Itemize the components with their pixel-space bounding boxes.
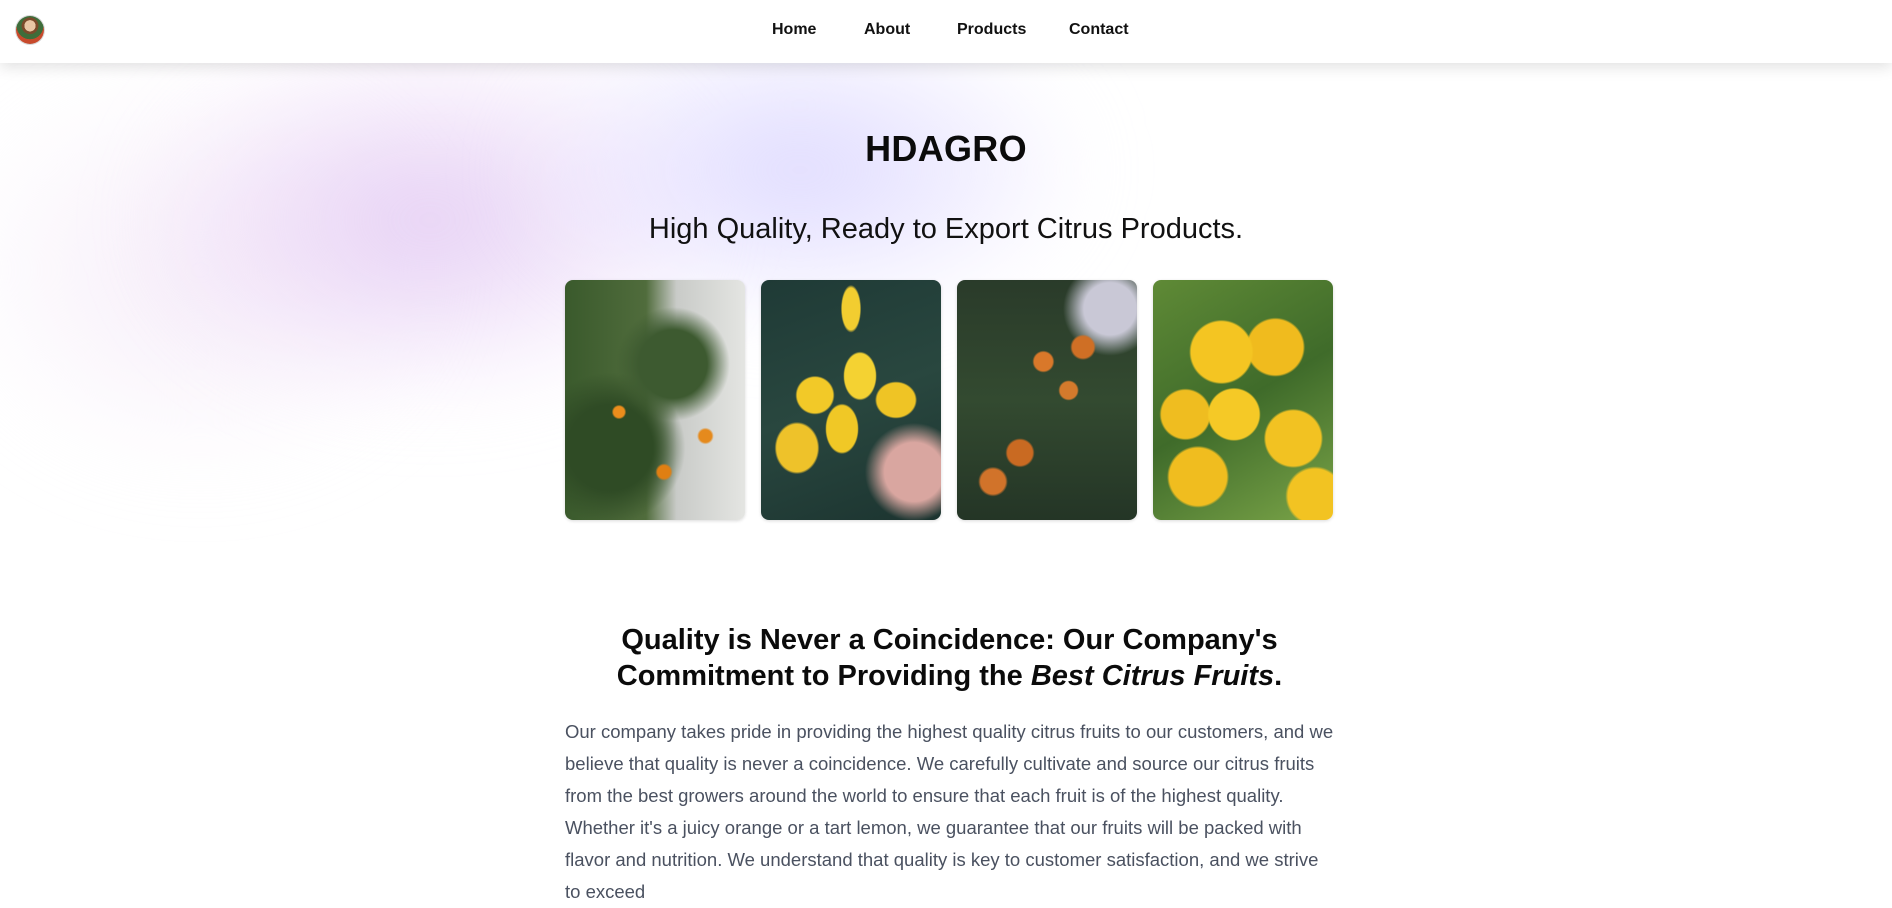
nav-link-about[interactable]: About [864, 21, 910, 39]
hero-subtitle: High Quality, Ready to Export Citrus Pro… [648, 213, 1244, 245]
citrus-photo-gallery [565, 280, 1334, 520]
gallery-image-yellow-citrus [1153, 280, 1333, 520]
gallery-image-oranges-leaves [957, 280, 1137, 520]
main-nav: Home About Products Contact [0, 0, 1892, 63]
gallery-image-orange-branches [565, 280, 745, 520]
gallery-image-lemons [761, 280, 941, 520]
background-glow-left [0, 60, 460, 480]
quality-section-body: Our company takes pride in providing the… [565, 720, 1334, 902]
nav-link-home[interactable]: Home [772, 21, 816, 39]
nav-link-contact[interactable]: Contact [1069, 21, 1129, 39]
heading-emphasis: Best Citrus Fruits [1030, 660, 1275, 693]
top-navbar: Home About Products Contact [0, 0, 1892, 63]
heading-suffix: . [1274, 660, 1283, 693]
hero-title: HDAGRO [865, 128, 1027, 170]
nav-link-products[interactable]: Products [957, 21, 1026, 39]
quality-section-heading: Quality is Never a Coincidence: Our Comp… [565, 622, 1334, 694]
